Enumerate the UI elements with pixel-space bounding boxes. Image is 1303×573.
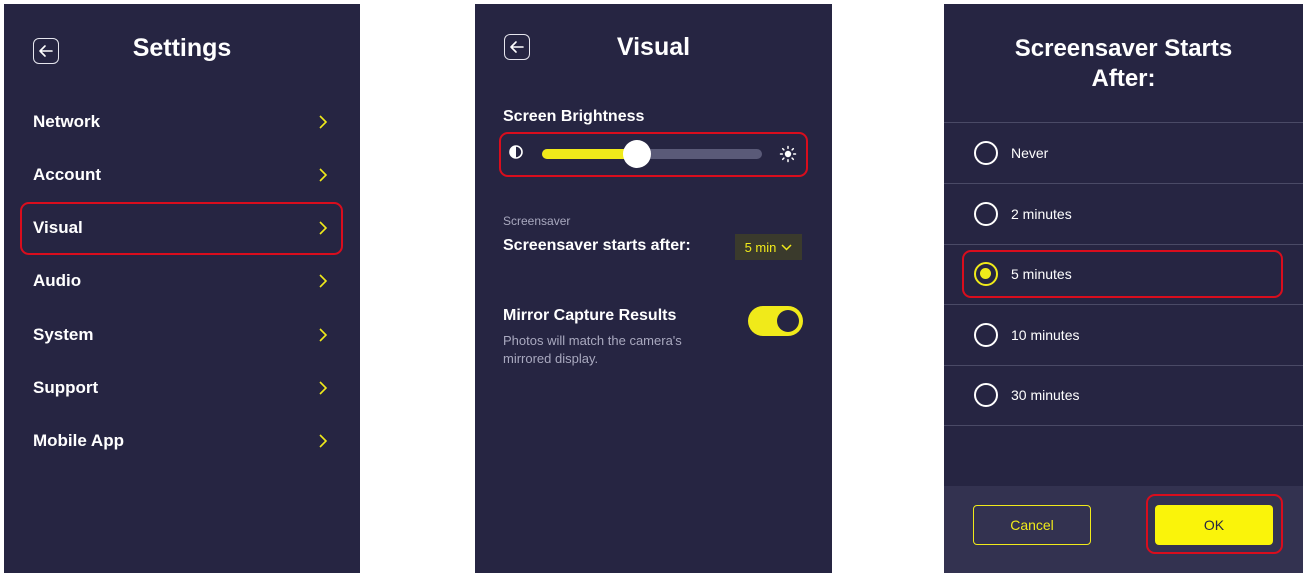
- menu-item-account[interactable]: Account: [20, 149, 342, 201]
- sun-icon: [779, 145, 797, 163]
- contrast-icon: [509, 145, 523, 159]
- dialog-title-line2: After:: [1091, 65, 1156, 92]
- menu-item-label: Network: [33, 112, 101, 131]
- settings-panel: Settings Network Account Visual Audio Sy…: [4, 4, 360, 573]
- menu-item-support[interactable]: Support: [20, 362, 342, 414]
- option-10-minutes[interactable]: 10 minutes: [944, 305, 1303, 365]
- chevron-down-icon: [781, 243, 792, 251]
- radio-button[interactable]: [974, 141, 998, 165]
- chevron-right-icon: [319, 381, 328, 395]
- mirror-toggle[interactable]: [748, 306, 803, 336]
- chevron-right-icon: [319, 434, 328, 448]
- menu-item-audio[interactable]: Audio: [20, 255, 342, 307]
- visual-panel: Visual Screen Brightness Screensaver Scr…: [475, 4, 832, 573]
- dialog-title: Screensaver Starts After:: [944, 34, 1303, 94]
- option-label: 5 minutes: [1011, 266, 1072, 282]
- menu-item-label: System: [33, 325, 94, 344]
- radio-button[interactable]: [974, 383, 998, 407]
- chevron-right-icon: [319, 328, 328, 342]
- brightness-label: Screen Brightness: [503, 108, 645, 125]
- option-2-minutes[interactable]: 2 minutes: [944, 184, 1303, 244]
- menu-item-mobile-app[interactable]: Mobile App: [20, 415, 342, 467]
- radio-button-selected[interactable]: [974, 262, 998, 286]
- screensaver-dropdown-value: 5 min: [744, 239, 777, 255]
- brightness-slider[interactable]: [542, 140, 762, 168]
- option-label: Never: [1011, 145, 1049, 161]
- page-title: Settings: [132, 34, 232, 62]
- menu-item-system[interactable]: System: [20, 309, 342, 361]
- menu-item-network[interactable]: Network: [20, 96, 342, 148]
- option-label: 10 minutes: [1011, 327, 1080, 343]
- option-never[interactable]: Never: [944, 123, 1303, 183]
- divider: [944, 425, 1303, 426]
- menu-item-label: Mobile App: [33, 431, 124, 450]
- option-label: 30 minutes: [1011, 387, 1080, 403]
- menu-item-visual[interactable]: Visual: [20, 202, 342, 254]
- chevron-right-icon: [319, 168, 328, 182]
- chevron-right-icon: [319, 221, 328, 235]
- screensaver-caption: Screensaver: [503, 214, 571, 228]
- menu-item-label: Visual: [33, 218, 83, 237]
- menu-item-label: Audio: [33, 271, 82, 290]
- dialog-title-line1: Screensaver Starts: [1014, 35, 1233, 62]
- menu-item-label: Support: [33, 378, 99, 397]
- screensaver-label: Screensaver starts after:: [503, 237, 691, 254]
- chevron-right-icon: [319, 115, 328, 129]
- radio-button[interactable]: [974, 202, 998, 226]
- cancel-button[interactable]: Cancel: [973, 505, 1091, 545]
- option-label: 2 minutes: [1011, 206, 1072, 222]
- mirror-toggle-knob: [777, 310, 799, 332]
- option-5-minutes[interactable]: 5 minutes: [944, 244, 1303, 304]
- screensaver-dialog: Screensaver Starts After: Never 2 minute…: [944, 4, 1303, 573]
- chevron-right-icon: [319, 274, 328, 288]
- screensaver-dropdown[interactable]: 5 min: [735, 234, 802, 260]
- ok-button[interactable]: OK: [1155, 505, 1273, 545]
- menu-item-label: Account: [33, 165, 101, 184]
- mirror-label: Mirror Capture Results: [503, 307, 677, 324]
- radio-button[interactable]: [974, 323, 998, 347]
- option-30-minutes[interactable]: 30 minutes: [944, 365, 1303, 425]
- page-title: Visual: [616, 33, 691, 61]
- mirror-description: Photos will match the camera's mirrored …: [503, 333, 682, 366]
- brightness-slider-thumb[interactable]: [622, 140, 651, 168]
